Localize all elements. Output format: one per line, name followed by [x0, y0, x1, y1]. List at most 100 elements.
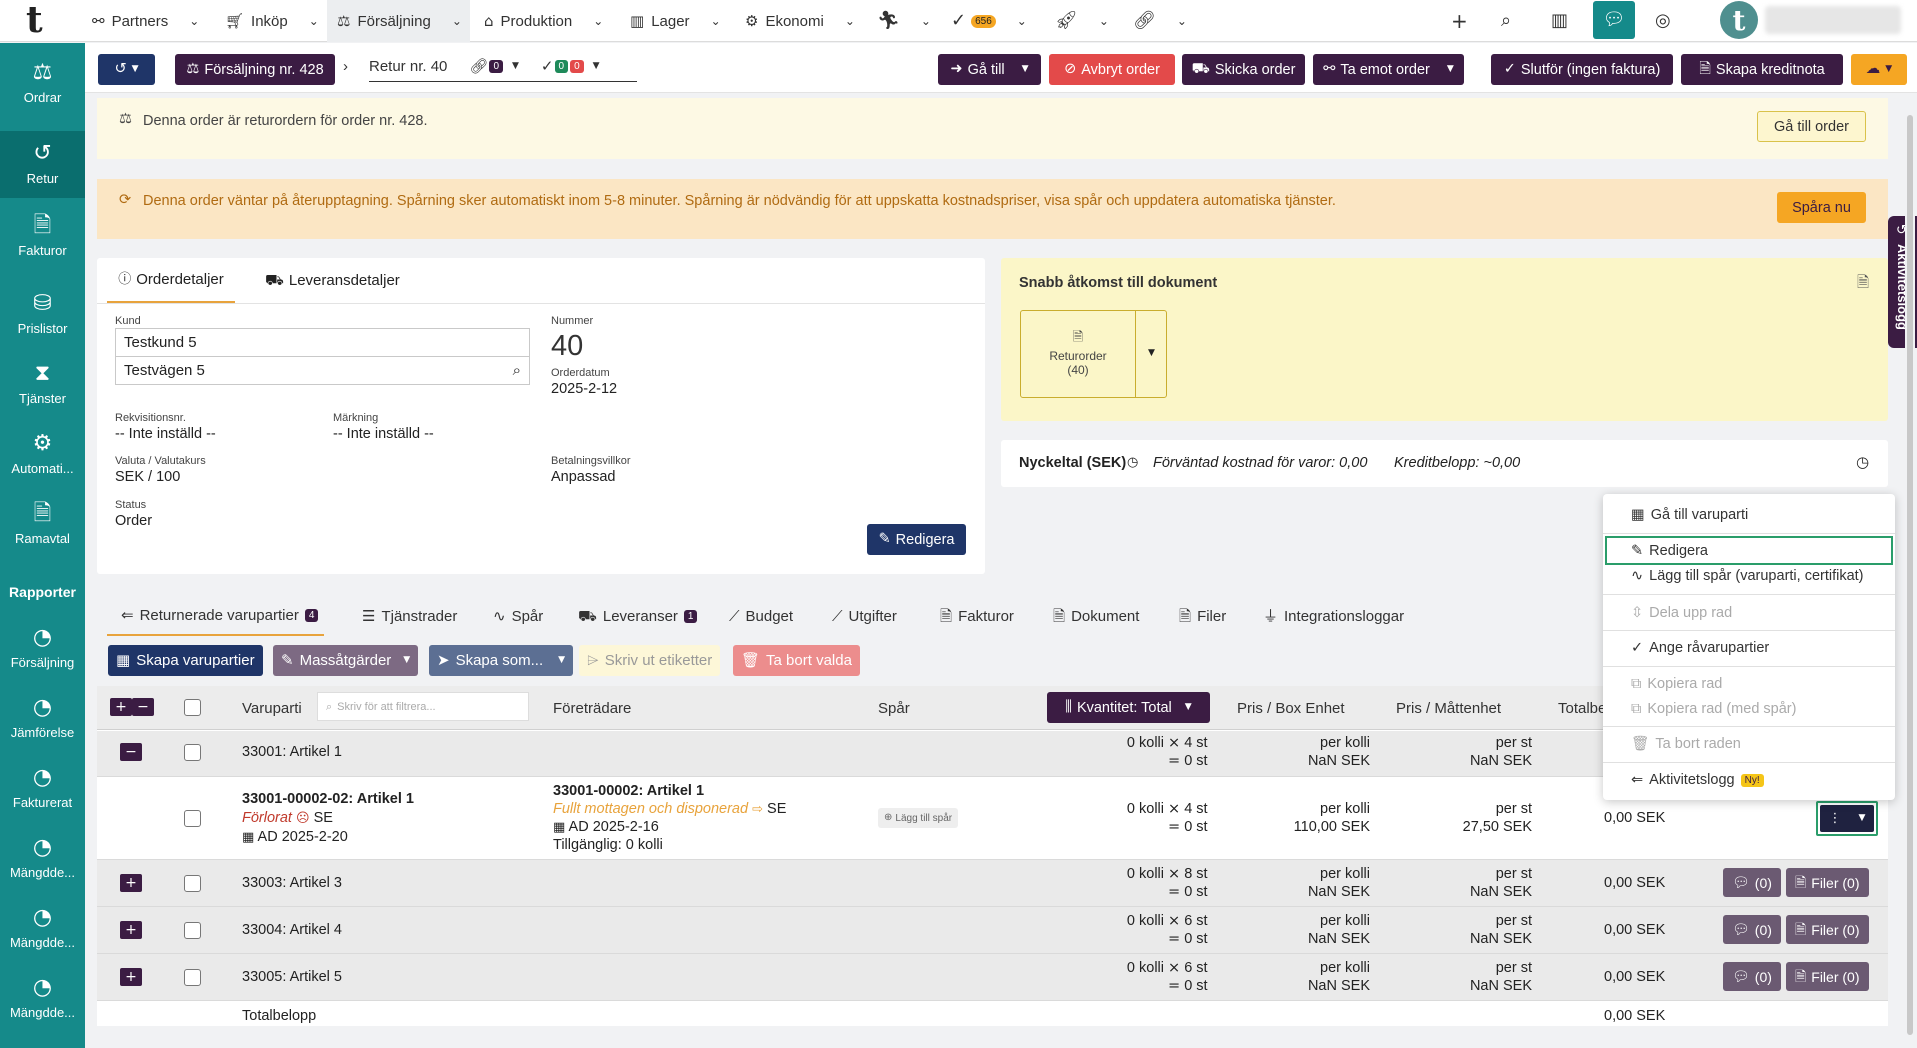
chevron-down-icon[interactable]: ⌄ — [921, 14, 931, 28]
tab-fakturor[interactable]: 🗎︎ Fakturor — [940, 596, 1014, 636]
track-now-button[interactable]: Spåra nu — [1777, 192, 1866, 223]
row-checkbox[interactable] — [184, 744, 201, 761]
comments-button[interactable]: 💬︎ (0) — [1723, 962, 1781, 991]
create-lots-button[interactable]: ▦ Skapa varupartier — [108, 645, 263, 676]
expand-all-button[interactable]: + — [110, 698, 132, 716]
nav-rocket[interactable]: 🚀︎ ⌄ — [1055, 0, 1109, 42]
row-checkbox[interactable] — [184, 875, 201, 892]
tab-dokument[interactable]: 🗎︎ Dokument — [1053, 596, 1139, 636]
mass-actions-button[interactable]: ✎ Massåtgärder ▼ — [273, 645, 419, 676]
select-all-checkbox[interactable] — [184, 699, 201, 716]
row-menu-button[interactable]: ⋮ ▼ — [1820, 805, 1874, 832]
tab-utgifter[interactable]: ⟋ Utgifter — [832, 596, 897, 636]
delete-selected-button[interactable]: 🗑︎ Ta bort valda — [733, 645, 860, 676]
menu-copy-row-with-track[interactable]: ⧉ Kopiera rad (med spår) — [1631, 701, 1796, 717]
nav-lager[interactable]: ▥ Lager ⌄ — [630, 0, 721, 42]
sidebar-report-mangd-3[interactable]: ◔ Mängdde... — [0, 977, 85, 1021]
sidebar-item-prislistor[interactable]: ⛁ Prislistor — [0, 293, 85, 337]
edit-button[interactable]: ✎ Redigera — [867, 524, 966, 555]
collapse-all-button[interactable]: − — [132, 698, 154, 716]
tab-returnerade-varupartier[interactable]: ⇐ Returnerade varupartier 4 — [107, 596, 324, 636]
create-as-button[interactable]: ➤ Skapa som... ▼ — [429, 645, 573, 676]
tab-orderdetaljer[interactable]: ⓘ Orderdetaljer — [107, 258, 235, 303]
scrollbar-thumb[interactable] — [1907, 115, 1913, 1035]
sidebar-item-tjanster[interactable]: ⧗ Tjänster — [0, 363, 85, 407]
menu-raw-lots[interactable]: ✓ Ange råvarupartier — [1631, 640, 1769, 656]
goto-order-button[interactable]: Gå till order — [1757, 111, 1866, 142]
collapse-row-button[interactable]: − — [120, 743, 142, 761]
avatar[interactable]: t — [1720, 1, 1758, 39]
print-labels-button[interactable]: ⌲ Skriv ut etiketter — [579, 645, 721, 676]
menu-add-track[interactable]: ∿ Lägg till spår (varuparti, certifikat) — [1631, 568, 1864, 584]
chevron-down-icon[interactable]: ⌄ — [309, 14, 319, 28]
history-button[interactable]: ↺ ▼ — [98, 54, 155, 85]
nav-links[interactable]: 🔗︎ ⌄ — [1133, 0, 1187, 42]
send-order-button[interactable]: ⛟ Skicka order — [1182, 54, 1305, 85]
barcode-button[interactable]: ▥ — [1551, 0, 1568, 42]
scrollbar-track[interactable] — [1905, 95, 1915, 1045]
caret-down-icon[interactable]: ▼ — [593, 61, 600, 71]
comments-button[interactable]: 💬︎ (0) — [1723, 868, 1781, 897]
create-credit-button[interactable]: 🗎︎ Skapa kreditnota — [1681, 54, 1843, 85]
chevron-down-icon[interactable]: ⌄ — [1099, 14, 1109, 28]
address-field[interactable]: Testvägen 5 ⌕ — [115, 356, 530, 385]
menu-goto-lot[interactable]: ▦ Gå till varuparti — [1631, 507, 1748, 523]
files-button[interactable]: 🗎︎ Filer (0) — [1786, 962, 1869, 991]
row-checkbox[interactable] — [184, 810, 201, 827]
link-icon[interactable]: 🔗︎ — [469, 58, 488, 74]
tab-spar[interactable]: ∿ Spår — [493, 596, 543, 636]
nav-forsaljning[interactable]: ⚖ Försäljning ⌄ — [327, 0, 470, 42]
nav-inkop[interactable]: 🛒︎ Inköp ⌄ — [225, 0, 319, 42]
nav-partners[interactable]: ⚯ Partners ⌄ — [92, 0, 199, 42]
expand-row-button[interactable]: + — [120, 921, 142, 939]
receive-order-button[interactable]: ⚯ Ta emot order ▼ — [1313, 54, 1464, 85]
nav-ekonomi[interactable]: ⚙ Ekonomi ⌄ — [745, 0, 855, 42]
customer-field[interactable]: Testkund 5 — [115, 328, 530, 357]
menu-split-row[interactable]: ⇳ Dela upp rad — [1631, 605, 1732, 621]
gauge-icon[interactable]: ◷ — [1856, 455, 1869, 470]
parent-order-button[interactable]: ⚖ Försäljning nr. 428 — [175, 54, 335, 85]
sidebar-report-mangd-2[interactable]: ◔ Mängdde... — [0, 907, 85, 951]
cancel-order-button[interactable]: ⊘ Avbryt order — [1049, 54, 1175, 85]
user-name-blurred[interactable] — [1765, 6, 1901, 34]
chevron-down-icon[interactable]: ⌄ — [1017, 14, 1027, 28]
expand-row-button[interactable]: + — [120, 968, 142, 986]
lot-id[interactable]: 33001-00002-02: Artikel 1 — [242, 791, 414, 807]
row-checkbox[interactable] — [184, 969, 201, 986]
chevron-down-icon[interactable]: ⌄ — [189, 14, 199, 28]
sidebar-report-mangd-1[interactable]: ◔ Mängdde... — [0, 837, 85, 881]
chevron-down-icon[interactable]: ⌄ — [593, 14, 603, 28]
help-button[interactable]: ◎ — [1655, 0, 1671, 42]
sidebar-report-fakturerat[interactable]: ◔ Fakturerat — [0, 767, 85, 811]
pred-id[interactable]: 33001-00002: Artikel 1 — [553, 783, 704, 799]
tab-tjanstrader[interactable]: ☰ Tjänstrader — [362, 596, 457, 636]
cloud-button[interactable]: ☁ ▼ — [1851, 54, 1907, 85]
nav-running-person[interactable]: 🏃︎ ⌄ — [877, 0, 931, 42]
lot-filter-input[interactable]: ⌕ Skriv för att filtrera... — [317, 692, 529, 721]
expand-row-button[interactable]: + — [120, 874, 142, 892]
comments-button[interactable]: 💬︎ (0) — [1723, 915, 1781, 944]
chevron-down-icon[interactable]: ⌄ — [452, 14, 462, 28]
check-icon[interactable]: ✓ — [541, 58, 554, 74]
search-icon[interactable]: ⌕ — [513, 363, 521, 378]
add-track-button[interactable]: ⊕ Lägg till spår — [878, 808, 959, 828]
chat-button[interactable]: 💬︎ — [1593, 1, 1635, 39]
menu-copy-row[interactable]: ⧉ Kopiera rad — [1631, 676, 1722, 692]
tab-leveranser[interactable]: ⛟ Leveranser 1 — [578, 596, 698, 636]
sidebar-item-retur[interactable]: ↺ Retur — [0, 131, 85, 198]
files-button[interactable]: 🗎︎ Filer (0) — [1786, 868, 1869, 897]
nav-produktion[interactable]: ⌂ Produktion ⌄ — [484, 0, 603, 42]
row-checkbox[interactable] — [184, 922, 201, 939]
chevron-down-icon[interactable]: ⌄ — [711, 14, 721, 28]
tab-integrationsloggar[interactable]: ⏚ Integrationsloggar — [1263, 596, 1404, 636]
tab-budget[interactable]: ⟋ Budget — [729, 596, 793, 636]
tab-filer[interactable]: 🗎︎ Filer — [1179, 596, 1226, 636]
menu-edit[interactable]: ✎ Redigera — [1631, 543, 1708, 559]
sidebar-item-automation[interactable]: ⚙ Automati... — [0, 433, 85, 477]
sidebar-report-jamforelse[interactable]: ◔ Jämförelse — [0, 697, 85, 741]
nav-tasks[interactable]: ✓ 656 ⌄ — [951, 0, 1027, 42]
search-button[interactable]: ⌕ — [1501, 0, 1511, 42]
chevron-down-icon[interactable]: ⌄ — [845, 14, 855, 28]
finish-button[interactable]: ✓ Slutför (ingen faktura) — [1491, 54, 1673, 85]
menu-delete-row[interactable]: 🗑︎ Ta bort raden — [1631, 736, 1741, 752]
